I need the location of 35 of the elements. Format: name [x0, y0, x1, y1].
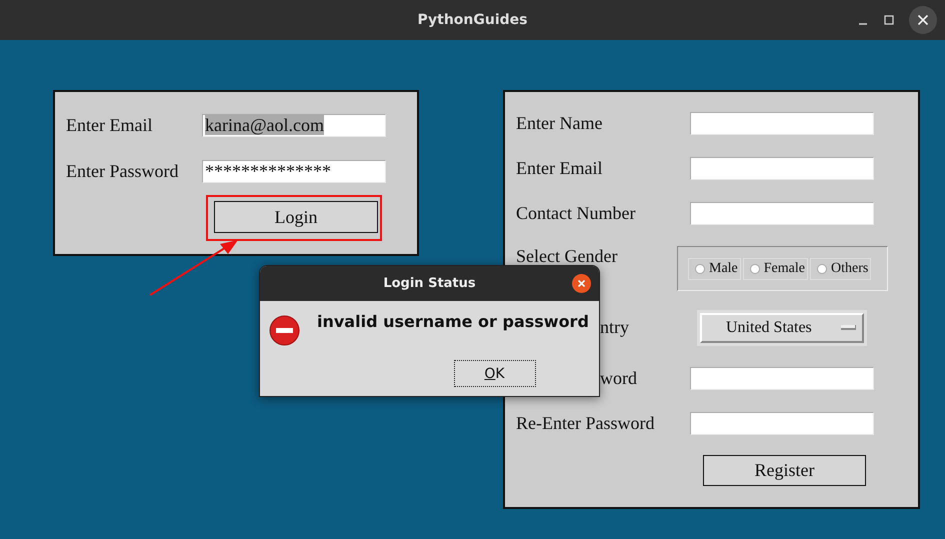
input-field[interactable] — [690, 367, 874, 390]
field-label: Contact Number — [516, 203, 636, 224]
close-icon[interactable] — [909, 6, 937, 34]
field-label: Enter Password — [66, 160, 180, 182]
window-title: PythonGuides — [418, 12, 528, 28]
login-button[interactable]: Login — [214, 201, 378, 233]
field-label: Select Gender — [516, 246, 618, 267]
radio-button[interactable] — [816, 264, 827, 274]
field-label: Enter Email — [516, 158, 604, 179]
field-label: ntry — [600, 317, 630, 338]
input-value: karina@aol.com — [205, 115, 324, 135]
input-field[interactable] — [690, 157, 874, 180]
radio-label: Others — [830, 260, 868, 276]
field-label: word — [600, 368, 638, 389]
dialog-title: Login Status — [383, 276, 476, 291]
input-field[interactable]: karina@aol.com — [202, 114, 386, 136]
dropdown-indicator-icon — [841, 325, 856, 330]
input-value: ************** — [205, 161, 331, 181]
field-label: Re-Enter Password — [516, 413, 656, 434]
input-field[interactable] — [690, 112, 874, 135]
register-button[interactable]: Register — [703, 455, 866, 486]
field-label: Enter Name — [516, 113, 604, 134]
radio-button[interactable] — [695, 264, 705, 274]
maximize-icon[interactable] — [883, 14, 895, 26]
close-icon[interactable] — [572, 274, 591, 293]
radio-label: Female — [764, 260, 805, 276]
radio-button[interactable] — [750, 264, 760, 274]
ok-button[interactable]: OK — [454, 360, 536, 387]
error-message: invalid username or password — [317, 312, 589, 331]
input-field[interactable] — [690, 412, 874, 435]
input-field[interactable] — [690, 202, 874, 225]
field-label: Enter Email — [66, 114, 154, 136]
error-icon — [269, 315, 300, 346]
radio-label: Male — [709, 260, 738, 276]
input-field[interactable]: ************** — [202, 160, 386, 182]
